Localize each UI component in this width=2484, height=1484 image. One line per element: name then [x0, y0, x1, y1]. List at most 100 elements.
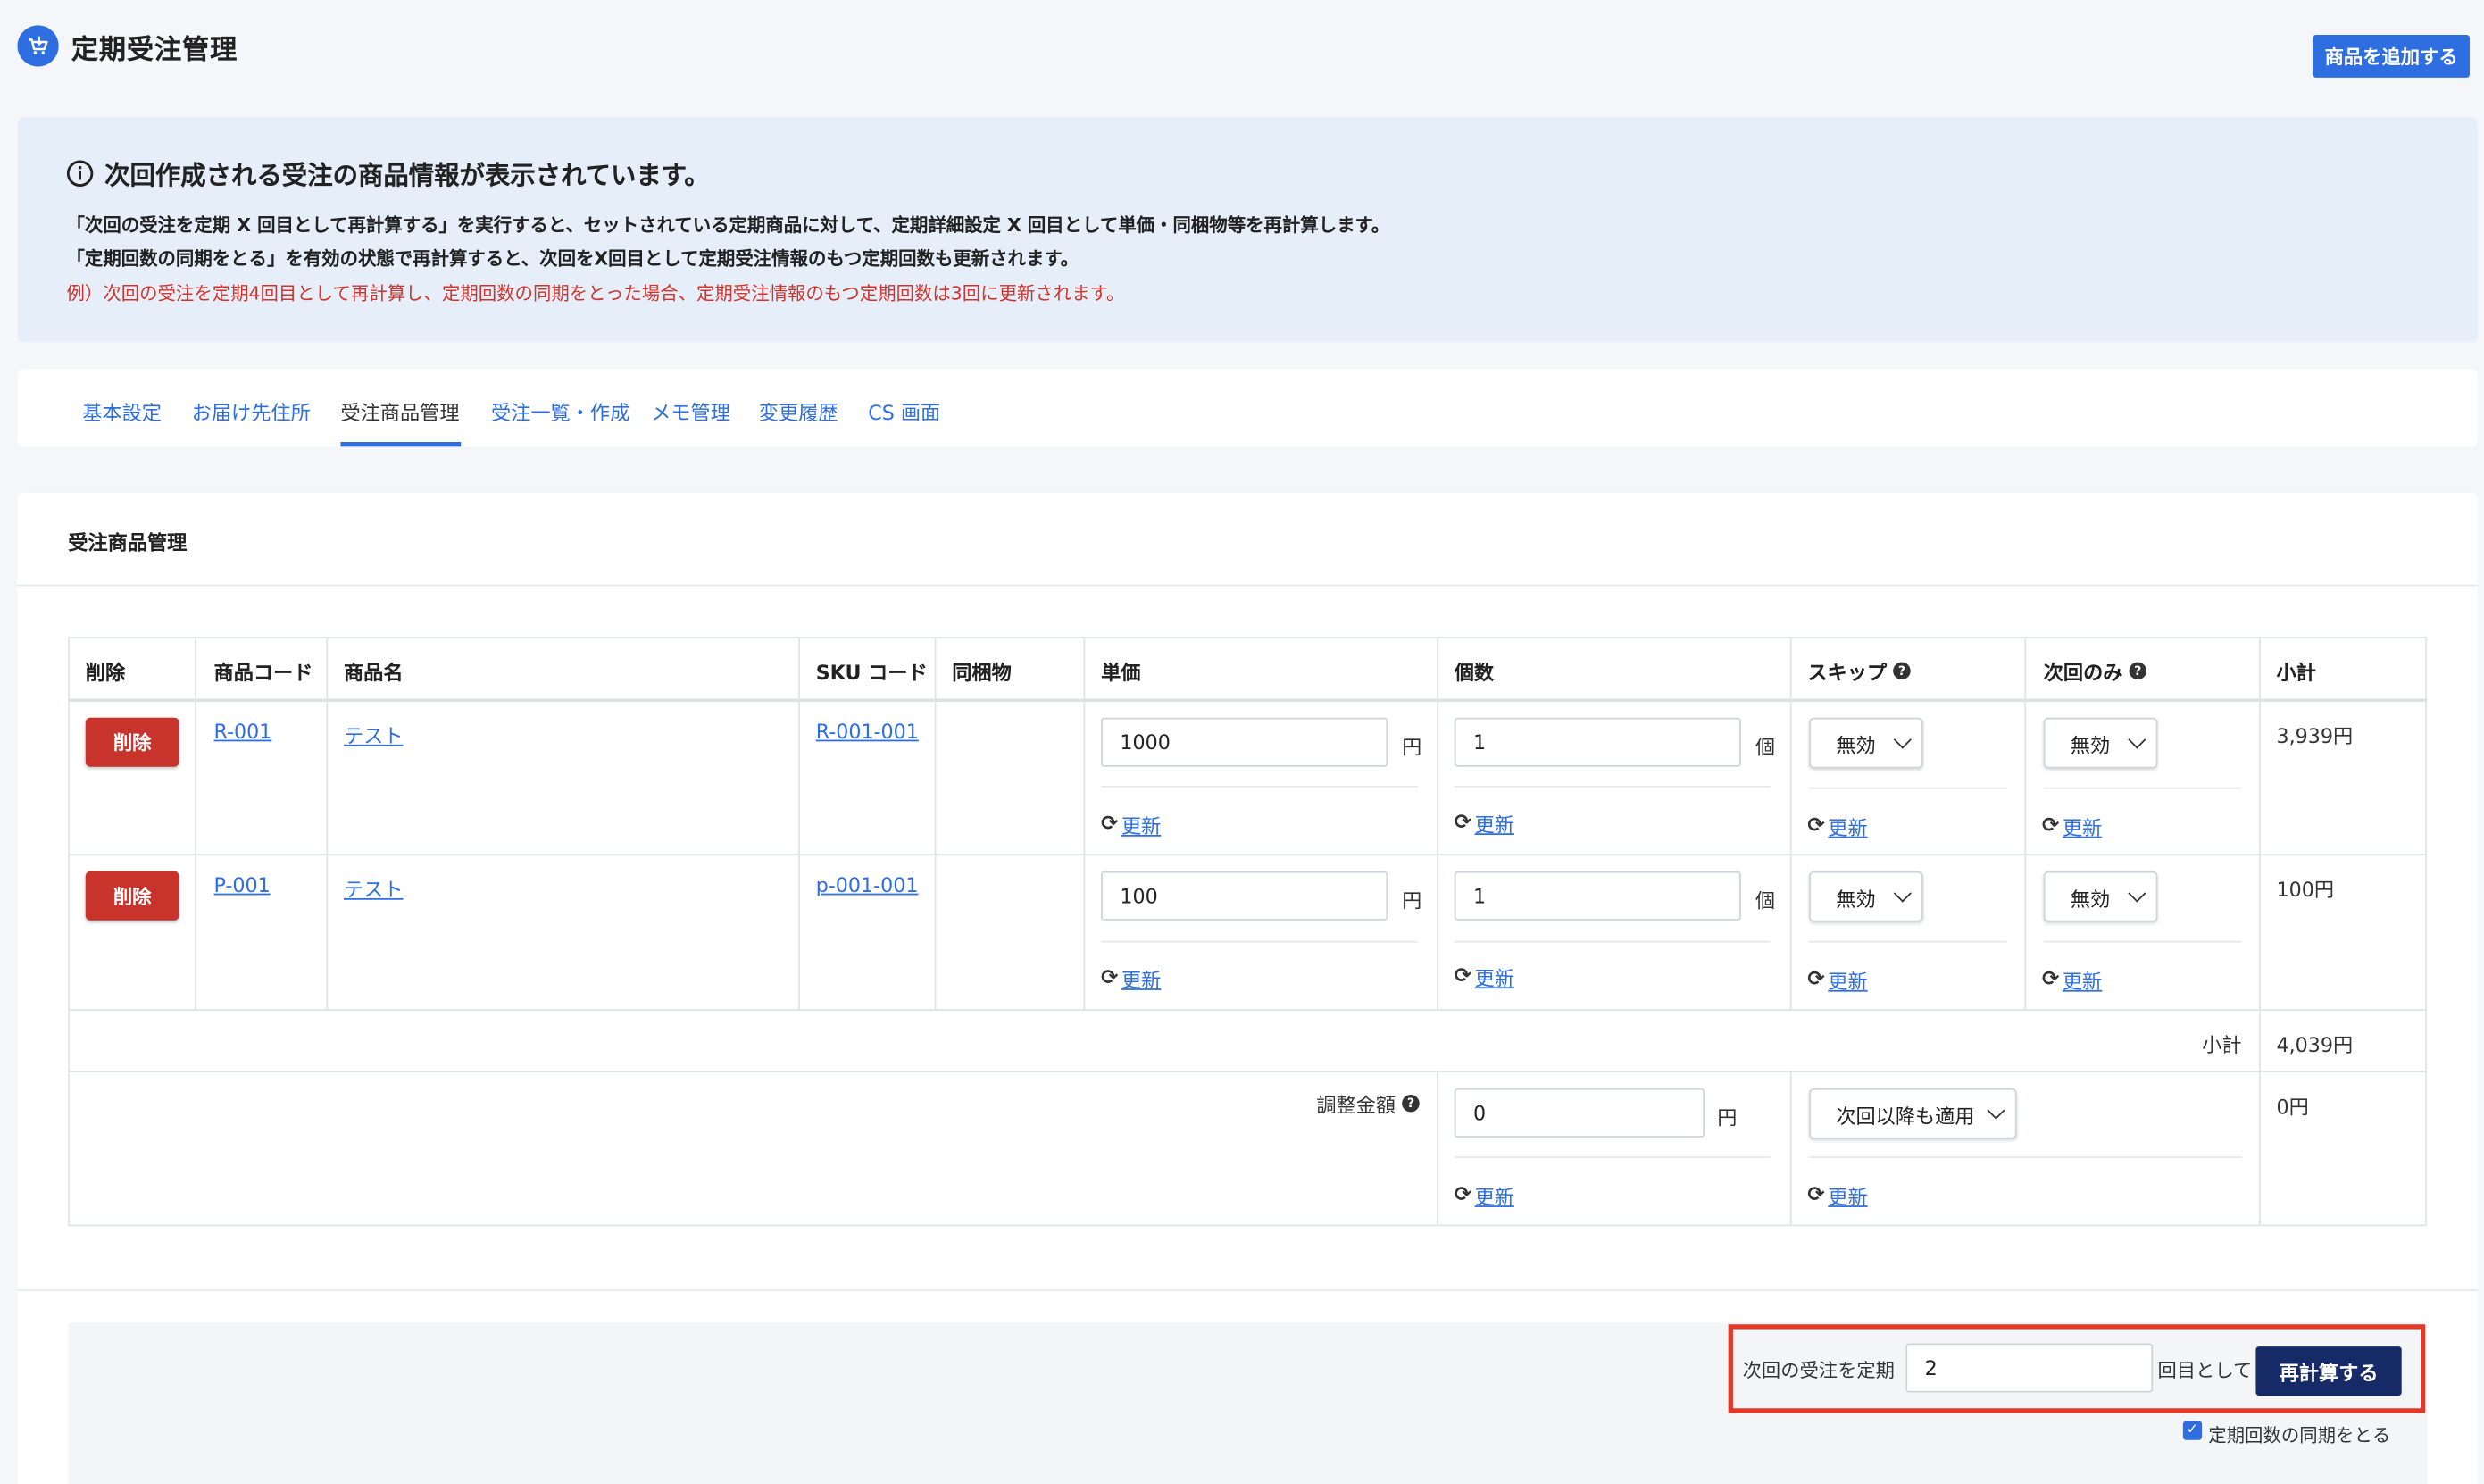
skip-select[interactable]: 無効: [1809, 717, 1923, 769]
col-header-next-only-label: 次回のみ: [2043, 660, 2123, 685]
section-title: 受注商品管理: [68, 530, 188, 554]
help-icon[interactable]: ?: [1402, 1094, 1420, 1113]
info-icon: [66, 159, 94, 187]
adjustment-apply-value: 次回以降も適用: [1836, 1103, 1975, 1128]
col-header-quantity: 個数: [1454, 660, 1495, 685]
col-border: [1789, 1071, 1792, 1225]
recalc-prefix: 次回の受注を定期: [1742, 1359, 1895, 1382]
yen-unit: 円: [1402, 888, 1422, 913]
update-label: 更新: [1474, 966, 1514, 990]
recalc-count-input[interactable]: 2: [1905, 1343, 2154, 1393]
tab-change-history[interactable]: 変更履歴: [759, 396, 838, 427]
col-border: [1789, 637, 1792, 1010]
next-only-select[interactable]: 無効: [2043, 717, 2158, 769]
page-header: 定期受注管理 商品を追加する: [0, 0, 2484, 95]
yen-unit: 円: [1402, 735, 1422, 759]
quantity-input[interactable]: 1: [1454, 717, 1741, 767]
quantity-input[interactable]: 1: [1454, 871, 1741, 921]
product-name-link[interactable]: テスト: [344, 873, 404, 904]
section-divider: [17, 584, 2478, 587]
col-border: [326, 637, 329, 1010]
chevron-down-icon: [1893, 884, 1912, 903]
product-name-link[interactable]: テスト: [344, 719, 404, 749]
refresh-icon: ⟳: [1454, 1183, 1472, 1207]
col-border: [2024, 637, 2027, 1010]
unit-price-input[interactable]: 100: [1101, 871, 1388, 921]
adjustment-apply-select[interactable]: 次回以降も適用: [1809, 1088, 2017, 1139]
refresh-icon: ⟳: [1101, 813, 1119, 837]
update-label: 更新: [1828, 815, 1868, 840]
col-border: [2259, 637, 2261, 1010]
col-header-sku-code: SKU コード: [815, 660, 928, 685]
next-only-select[interactable]: 無効: [2043, 871, 2158, 922]
product-code-link[interactable]: R-001: [214, 719, 272, 743]
skip-select[interactable]: 無効: [1809, 871, 1923, 922]
next-only-select-value: 無効: [2070, 732, 2111, 757]
info-title-text: 次回作成される受注の商品情報が表示されています。: [104, 160, 710, 190]
unit-price-update-link[interactable]: ⟳ 更新: [1101, 810, 1161, 840]
adjustment-apply-update-link[interactable]: ⟳ 更新: [1807, 1180, 1867, 1211]
chevron-down-icon: [1893, 730, 1912, 749]
cell-separator: [1809, 787, 2007, 789]
refresh-icon: ⟳: [2041, 968, 2060, 992]
quantity-update-link[interactable]: ⟳ 更新: [1455, 808, 1514, 838]
help-icon[interactable]: ?: [2129, 662, 2147, 680]
help-icon[interactable]: ?: [1893, 662, 1911, 680]
tab-cs-screen[interactable]: CS 画面: [868, 396, 940, 427]
info-example: 例）次回の受注を定期4回目として再計算し、定期回数の同期をとった場合、定期受注情…: [66, 281, 1125, 304]
update-label: 更新: [1828, 1185, 1868, 1209]
product-code-link[interactable]: P-001: [214, 873, 271, 897]
sync-checkbox[interactable]: ✓: [2182, 1421, 2203, 1440]
chevron-down-icon: [2128, 730, 2146, 749]
tab-memo[interactable]: メモ管理: [651, 396, 730, 427]
quantity-update-link[interactable]: ⟳ 更新: [1455, 962, 1514, 992]
adjustment-label-text: 調整金額: [1316, 1093, 1396, 1117]
tab-order-list[interactable]: 受注一覧・作成: [491, 396, 629, 427]
refresh-icon: ⟳: [2041, 813, 2060, 838]
tab-delivery-address[interactable]: お届け先住所: [192, 396, 311, 427]
skip-select-value: 無効: [1836, 732, 1876, 757]
next-only-select-value: 無効: [2070, 886, 2111, 911]
unit-price-input[interactable]: 1000: [1101, 717, 1388, 767]
update-label: 更新: [1121, 968, 1162, 992]
footer-divider: [17, 1289, 2478, 1291]
row-border: [68, 1071, 2428, 1073]
col-header-product-code: 商品コード: [213, 660, 313, 685]
info-title: 次回作成される受注の商品情報が表示されています。: [66, 154, 710, 192]
sku-code-link[interactable]: p-001-001: [816, 873, 919, 897]
skip-update-link[interactable]: ⟳ 更新: [1807, 964, 1867, 995]
skip-update-link[interactable]: ⟳ 更新: [1807, 811, 1867, 841]
delete-button[interactable]: 削除: [85, 717, 179, 767]
next-only-update-link[interactable]: ⟳ 更新: [2042, 811, 2102, 841]
adjustment-update-link[interactable]: ⟳ 更新: [1455, 1180, 1514, 1211]
refresh-icon: ⟳: [1807, 813, 1825, 838]
col-header-skip-label: スキップ: [1807, 660, 1888, 685]
tab-basic-settings[interactable]: 基本設定: [82, 396, 162, 427]
row-subtotal: 3,939円: [2276, 723, 2354, 748]
unit-price-update-link[interactable]: ⟳ 更新: [1101, 963, 1161, 994]
col-header-product-name: 商品名: [344, 660, 404, 685]
refresh-icon: ⟳: [1807, 1183, 1825, 1207]
delete-button[interactable]: 削除: [85, 871, 179, 921]
add-product-button[interactable]: 商品を追加する: [2313, 35, 2470, 78]
recalculate-button[interactable]: 再計算する: [2255, 1346, 2402, 1396]
refresh-icon: ⟳: [1454, 964, 1472, 989]
chevron-down-icon: [2128, 884, 2146, 903]
row-subtotal: 100円: [2276, 877, 2335, 902]
adjustment-amount: 0円: [2276, 1094, 2309, 1119]
tab-order-products[interactable]: 受注商品管理: [340, 396, 459, 427]
cart-icon: [17, 25, 59, 67]
page-title: 定期受注管理: [71, 35, 238, 67]
next-only-update-link[interactable]: ⟳ 更新: [2042, 964, 2102, 995]
col-border: [1083, 637, 1086, 1010]
update-label: 更新: [2062, 969, 2103, 994]
cell-separator: [1454, 786, 1771, 788]
recalc-suffix: 回目として: [2157, 1359, 2253, 1382]
sku-code-link[interactable]: R-001-001: [816, 719, 919, 743]
sync-label: 定期回数の同期をとる: [2208, 1424, 2391, 1446]
adjustment-amount-input[interactable]: 0: [1454, 1088, 1705, 1138]
cell-separator: [1101, 940, 1418, 943]
col-header-bundled: 同梱物: [952, 660, 1012, 685]
col-header-next-only: 次回のみ ?: [2043, 656, 2147, 687]
refresh-icon: ⟳: [1807, 968, 1825, 992]
